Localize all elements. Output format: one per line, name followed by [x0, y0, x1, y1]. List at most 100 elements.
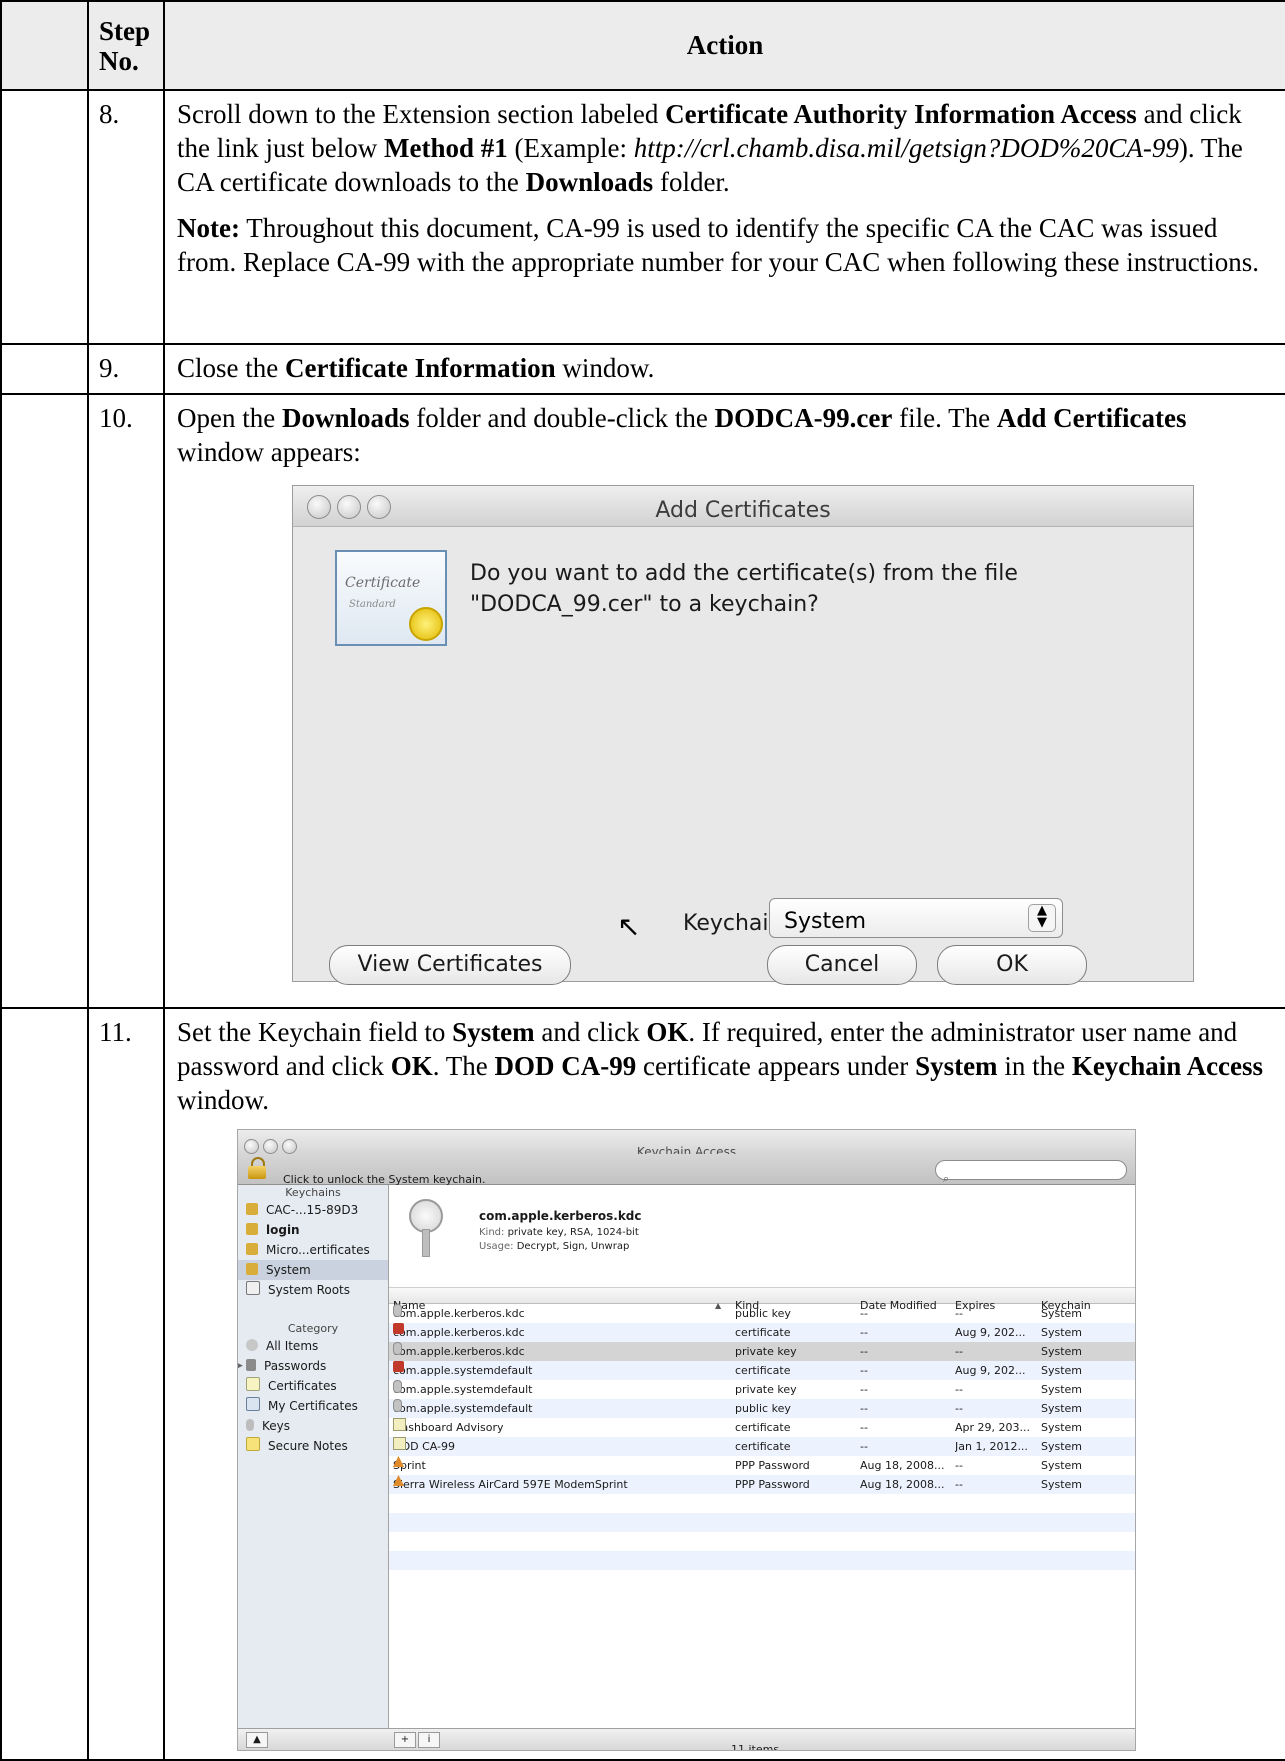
step-10-instruction: Open the Downloads folder and double-cli… [177, 401, 1275, 469]
sidebar-item-my-certificates[interactable]: My Certificates [238, 1396, 388, 1416]
procedure-table: Step No. Action 8. Scroll down to the Ex… [0, 0, 1285, 1761]
sidebar-item-passwords[interactable]: ▶ Passwords [238, 1356, 388, 1376]
cell-text: com.apple.kerberos.kdc [393, 1326, 525, 1339]
sidebar-item-label: Keys [262, 1419, 291, 1433]
table-row[interactable]: Dashboard Advisory certificate -- Apr 29, 2… [389, 1418, 1135, 1437]
show-sidebar-button[interactable]: ▲ [246, 1732, 268, 1748]
text: and click [534, 1017, 647, 1047]
step-11-row: 11. Set the Keychain field to System and… [0, 1007, 1285, 1761]
step-8-note: Note: Throughout this document, CA-99 is… [177, 211, 1275, 279]
cell-expires: -- [955, 1304, 1039, 1323]
cell-date-modified: -- [860, 1342, 952, 1361]
sidebar-item-label: Passwords [264, 1359, 327, 1373]
bold-text: Downloads [525, 167, 654, 197]
items-list: Name ▲ Kind Date Modified Expires Keycha… [389, 1287, 1135, 1728]
search-input[interactable]: ⌕ [935, 1160, 1127, 1185]
cell-text: -- [860, 1307, 868, 1320]
cell-text: certificate [735, 1421, 791, 1434]
cell-expires: -- [955, 1342, 1039, 1361]
cell-text: System [1041, 1459, 1083, 1472]
cell-date-modified: -- [860, 1304, 952, 1323]
table-row[interactable]: com.apple.systemdefault public key -- -- Sys… [389, 1399, 1135, 1418]
table-row[interactable]: com.apple.kerberos.kdc certificate -- Aug 9… [389, 1323, 1135, 1342]
cell-kind: public key [735, 1399, 855, 1418]
cell-date-modified: -- [860, 1361, 952, 1380]
cancel-button[interactable]: Cancel [767, 945, 917, 985]
sidebar-item-label: System [266, 1263, 311, 1277]
sidebar-item-label: All Items [266, 1339, 319, 1353]
text: in the [997, 1051, 1072, 1081]
sidebar-item-label: Micro...ertificates [266, 1243, 370, 1257]
cell-text: certificate [735, 1364, 791, 1377]
cell-name: Dashboard Advisory [393, 1418, 723, 1437]
certificate-icon: Certificate Standard [335, 550, 447, 646]
sidebar-item-cac[interactable]: CAC-...15-89D3 [238, 1200, 388, 1220]
text: Scroll down to the Extension section lab… [177, 99, 666, 129]
keychain-select[interactable]: System ▲ ▼ [769, 898, 1063, 938]
cell-text: PPP Password [735, 1478, 810, 1491]
table-row[interactable]: com.apple.systemdefault private key -- -- Sy… [389, 1380, 1135, 1399]
cell-name: com.apple.systemdefault [393, 1361, 723, 1380]
seal-icon [409, 607, 443, 641]
bold-text: Method #1 [383, 133, 508, 163]
lock-icon[interactable] [248, 1157, 266, 1179]
key-icon [409, 1199, 443, 1257]
cell-expires: -- [955, 1380, 1039, 1399]
empty-row [389, 1532, 1135, 1551]
cell-text: -- [955, 1478, 963, 1491]
cell-text: Jan 1, 2012... [955, 1440, 1028, 1453]
key-icon [393, 1399, 402, 1412]
table-row[interactable]: Sprint PPP Password Aug 18, 2008... -- Syste… [389, 1456, 1135, 1475]
cell-text: Apr 29, 203... [955, 1421, 1031, 1434]
table-row[interactable]: com.apple.kerberos.kdc private key -- -- Sys… [389, 1342, 1135, 1361]
add-item-button[interactable]: + [394, 1732, 416, 1748]
view-certificates-button[interactable]: View Certificates [329, 945, 571, 985]
table-row[interactable]: com.apple.kerberos.kdc public key -- -- Syst… [389, 1304, 1135, 1323]
get-info-button[interactable]: i [418, 1732, 440, 1748]
cell-text: com.apple.kerberos.kdc [393, 1345, 525, 1358]
cell-text: -- [860, 1326, 868, 1339]
cell-name: Sierra Wireless AirCard 597E ModemSprint [393, 1475, 723, 1494]
cell-text: Aug 18, 2008... [860, 1478, 945, 1491]
cell-text: -- [955, 1459, 963, 1472]
cell-kind: PPP Password [735, 1456, 855, 1475]
sidebar-item-system-roots[interactable]: System Roots [238, 1280, 388, 1300]
usage-value: Decrypt, Sign, Unwrap [516, 1241, 630, 1252]
step-11-action: Set the Keychain field to System and cli… [163, 1007, 1285, 1761]
step-11-instruction: Set the Keychain field to System and cli… [177, 1015, 1275, 1117]
cell-text: -- [860, 1440, 868, 1453]
cell-text: -- [860, 1345, 868, 1358]
cell-text: System [1041, 1383, 1083, 1396]
unlocked-icon [246, 1223, 258, 1235]
sidebar-item-secure-notes[interactable]: Secure Notes [238, 1436, 388, 1456]
text: file. The [892, 403, 997, 433]
cell-keychain: System [1041, 1323, 1121, 1342]
cell-text: System [1041, 1307, 1083, 1320]
sidebar-item-login[interactable]: login [238, 1220, 388, 1240]
table-row[interactable]: Sierra Wireless AirCard 597E ModemSprint… [389, 1475, 1135, 1494]
empty-row [389, 1513, 1135, 1532]
sidebar-item-all-items[interactable]: All Items [238, 1336, 388, 1356]
cell-text: System [1041, 1421, 1083, 1434]
sidebar-item-label: My Certificates [268, 1399, 358, 1413]
cell-text: PPP Password [735, 1459, 810, 1472]
sidebar-item-certificates[interactable]: Certificates [238, 1376, 388, 1396]
table-row[interactable]: DOD CA-99 certificate -- Jan 1, 2012... Syst… [389, 1437, 1135, 1456]
cell-date-modified: -- [860, 1380, 952, 1399]
sidebar-item-system[interactable]: System [238, 1260, 388, 1280]
cell-expires: Jan 1, 2012... [955, 1437, 1039, 1456]
bold-text: System [915, 1051, 998, 1081]
cell-date-modified: Aug 18, 2008... [860, 1475, 952, 1494]
table-row[interactable]: com.apple.systemdefault certificate -- Aug … [389, 1361, 1135, 1380]
sidebar-item-microsoft-certificates[interactable]: Micro...ertificates [238, 1240, 388, 1260]
cell-text: -- [955, 1345, 963, 1358]
sidebar-item-keys[interactable]: Keys [238, 1416, 388, 1436]
cert-error-icon [393, 1361, 404, 1372]
cell-text: certificate [735, 1440, 791, 1453]
disclosure-triangle-icon[interactable]: ▶ [238, 1356, 243, 1376]
ok-button[interactable]: OK [937, 945, 1087, 985]
cell-text: Aug 18, 2008... [860, 1459, 945, 1472]
sidebar-item-label: System Roots [268, 1283, 351, 1297]
cell-expires: -- [955, 1399, 1039, 1418]
cell-keychain: System [1041, 1361, 1121, 1380]
